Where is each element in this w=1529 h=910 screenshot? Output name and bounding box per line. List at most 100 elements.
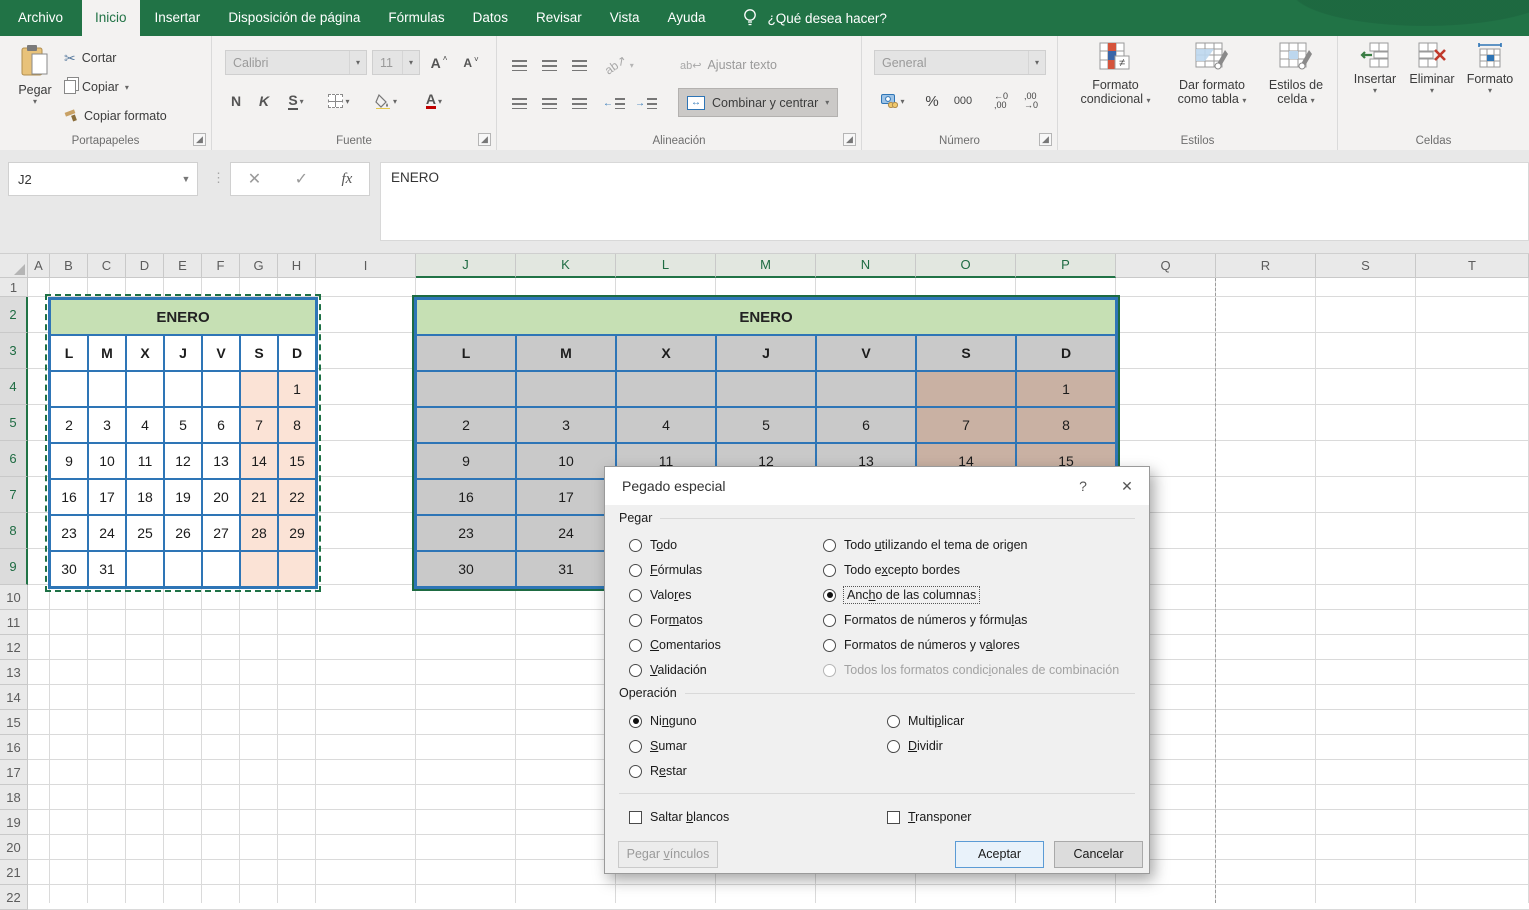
row-header-8[interactable]: 8 [0,513,28,549]
day-cell[interactable]: 6 [816,407,916,443]
cut-button[interactable]: ✂ Cortar [64,46,116,70]
format-painter-button[interactable]: Copiar formato [64,104,167,128]
day-cell[interactable] [516,371,616,407]
radio-validacion[interactable]: Validación [629,660,707,680]
align-right-button[interactable] [568,90,590,116]
orientation-button[interactable]: ab↗▾ [601,52,637,78]
row-header-2[interactable]: 2 [0,297,28,333]
day-cell[interactable]: 23 [416,515,516,551]
font-size-combo[interactable]: 11 ▾ [372,50,420,75]
insert-cells-button[interactable]: Insertar ▾ [1348,42,1402,95]
day-cell[interactable]: 9 [416,443,516,479]
dialog-title-bar[interactable]: Pegado especial ? ✕ [605,467,1149,505]
tab-formulas[interactable]: Fórmulas [375,0,457,36]
day-cell[interactable]: 14 [240,443,278,479]
radio-todo[interactable]: Todo [629,535,677,555]
conditional-formatting-button[interactable]: ≠ Formato condicional ▾ [1068,42,1163,106]
day-cell[interactable]: 1 [278,371,316,407]
tab-ayuda[interactable]: Ayuda [655,0,719,36]
align-top-button[interactable] [508,52,530,78]
radio-icon-formatos-de-numeros-y-valores[interactable] [823,639,836,652]
font-name-combo[interactable]: Calibri ▾ [225,50,367,75]
day-cell[interactable] [916,371,1016,407]
day-cell[interactable]: 24 [88,515,126,551]
column-header-g[interactable]: G [240,254,278,278]
day-cell[interactable]: 10 [88,443,126,479]
day-cell[interactable]: 23 [50,515,88,551]
cancel-entry-icon[interactable]: ✕ [248,169,261,189]
checkbox-saltar-blancos[interactable]: Saltar blancos [629,807,729,827]
day-cell[interactable]: 31 [516,551,616,587]
radio-multiplicar[interactable]: Multiplicar [887,711,964,731]
font-color-button[interactable]: A▾ [416,88,452,114]
radio-icon-formatos[interactable] [629,614,642,627]
delete-cells-button[interactable]: Eliminar ▾ [1404,42,1460,95]
day-cell[interactable]: 5 [164,407,202,443]
radio-icon-todo-utilizando-el-tema-de-origen[interactable] [823,539,836,552]
comma-style-button[interactable]: 000 [948,88,978,114]
radio-icon-sumar[interactable] [629,740,642,753]
day-cell[interactable]: 1 [1016,371,1116,407]
bold-button[interactable]: N [225,88,247,114]
tab-vista[interactable]: Vista [597,0,653,36]
radio-ninguno[interactable]: Ninguno [629,711,697,731]
number-dialog-launcher[interactable]: ◢ [1039,133,1052,146]
day-cell[interactable] [126,371,164,407]
radio-icon-restar[interactable] [629,765,642,778]
radio-icon-formulas[interactable] [629,564,642,577]
column-header-r[interactable]: R [1216,254,1316,278]
row-header-7[interactable]: 7 [0,477,28,513]
select-all-corner[interactable] [0,254,28,278]
day-cell[interactable] [126,551,164,587]
tab-inicio[interactable]: Inicio [82,0,140,36]
alignment-dialog-launcher[interactable]: ◢ [843,133,856,146]
column-header-t[interactable]: T [1416,254,1529,278]
column-header-m[interactable]: M [716,254,816,278]
increase-decimal-button[interactable]: ←0,00 [988,88,1014,114]
radio-comentarios[interactable]: Comentarios [629,635,721,655]
row-header-18[interactable]: 18 [0,785,28,810]
day-cell[interactable] [816,371,916,407]
day-cell[interactable]: 5 [716,407,816,443]
wrap-text-button[interactable]: ab↩ Ajustar texto [680,53,777,77]
radio-formulas[interactable]: Fórmulas [629,560,702,580]
column-header-b[interactable]: B [50,254,88,278]
radio-icon-todo-excepto-bordes[interactable] [823,564,836,577]
row-header-17[interactable]: 17 [0,760,28,785]
column-header-c[interactable]: C [88,254,126,278]
column-header-d[interactable]: D [126,254,164,278]
day-cell[interactable] [416,371,516,407]
column-header-i[interactable]: I [316,254,416,278]
day-cell[interactable]: 21 [240,479,278,515]
day-cell[interactable] [240,551,278,587]
row-header-10[interactable]: 10 [0,585,28,610]
decrease-decimal-button[interactable]: ,00→0 [1018,88,1044,114]
day-cell[interactable]: 29 [278,515,316,551]
day-cell[interactable]: 2 [50,407,88,443]
grow-font-button[interactable]: A˄ [426,50,452,76]
column-header-a[interactable]: A [28,254,50,278]
day-cell[interactable]: 17 [88,479,126,515]
row-header-16[interactable]: 16 [0,735,28,760]
format-cells-button[interactable]: Formato ▾ [1462,42,1518,95]
day-cell[interactable]: 26 [164,515,202,551]
day-cell[interactable]: 11 [126,443,164,479]
day-cell[interactable]: 19 [164,479,202,515]
day-cell[interactable] [202,371,240,407]
day-cell[interactable]: 12 [164,443,202,479]
dialog-close-icon[interactable]: ✕ [1105,478,1149,495]
column-header-o[interactable]: O [916,254,1016,278]
radio-todo-excepto-bordes[interactable]: Todo excepto bordes [823,560,960,580]
day-cell[interactable] [202,551,240,587]
italic-button[interactable]: K [253,88,275,114]
copy-button[interactable]: Copiar ▾ [64,75,129,99]
align-bottom-button[interactable] [568,52,590,78]
merge-center-button[interactable]: ↔ Combinar y centrar ▾ [678,88,838,117]
formula-input[interactable]: ENERO [380,162,1529,241]
day-cell[interactable]: 3 [88,407,126,443]
day-cell[interactable]: 9 [50,443,88,479]
day-cell[interactable]: 30 [50,551,88,587]
day-cell[interactable]: 2 [416,407,516,443]
day-cell[interactable]: 7 [916,407,1016,443]
radio-todo-utilizando-el-tema-de-origen[interactable]: Todo utilizando el tema de origen [823,535,1027,555]
